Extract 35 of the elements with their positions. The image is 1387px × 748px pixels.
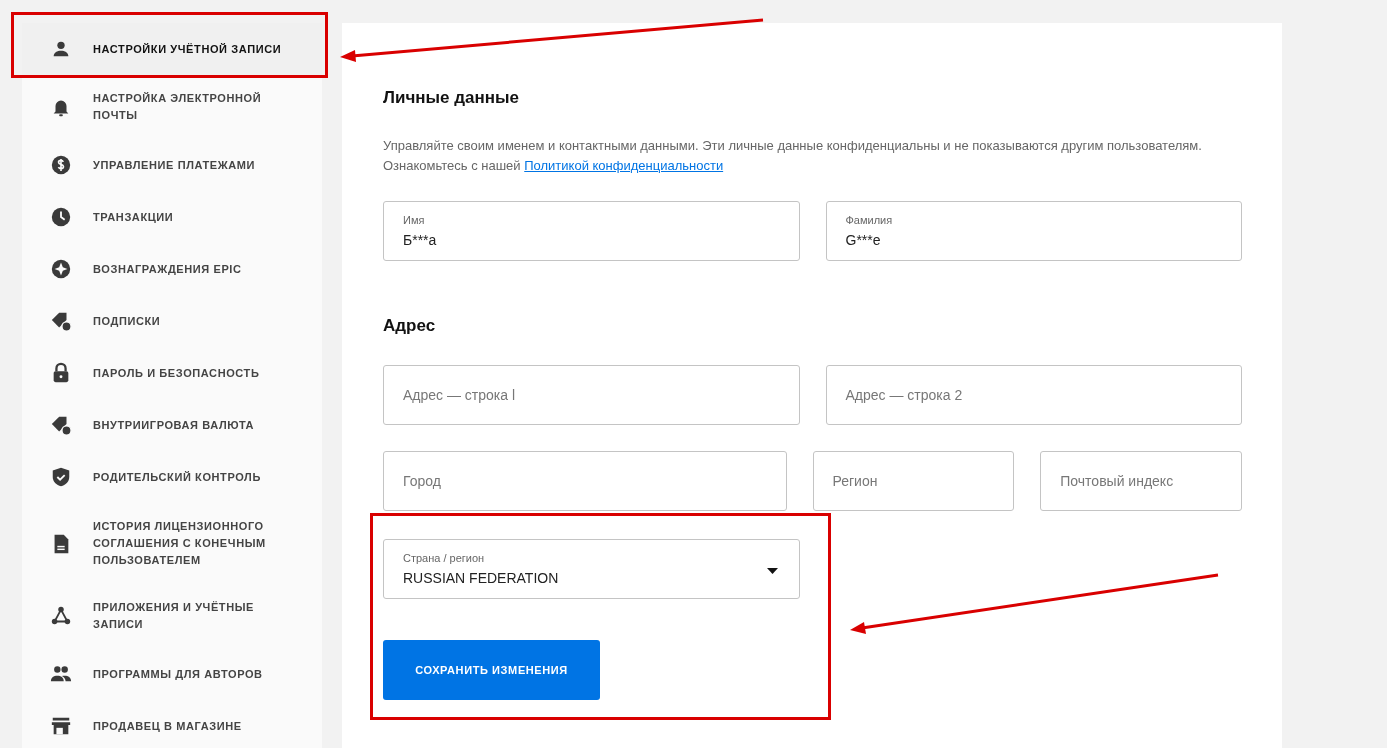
- sidebar-item[interactable]: РОДИТЕЛЬСКИЙ КОНТРОЛЬ: [22, 451, 322, 503]
- input-field[interactable]: Почтовый индекс: [1040, 451, 1242, 511]
- storefront-icon: [50, 715, 72, 737]
- input-field[interactable]: Адрес — строка l: [383, 365, 800, 425]
- input-field[interactable]: Фамилия G***e: [825, 201, 1242, 261]
- sidebar-item[interactable]: ПРИЛОЖЕНИЯ И УЧЁТНЫЕ ЗАПИСИ: [22, 584, 322, 648]
- country-dropdown[interactable]: Страна / регион RUSSIAN FEDERATION: [383, 539, 800, 599]
- sidebar-item[interactable]: НАСТРОЙКА ЭЛЕКТРОННОЙ ПОЧТЫ: [22, 75, 322, 139]
- sidebar-item[interactable]: ПРОДАВЕЦ В МАГАЗИНЕ: [22, 700, 322, 748]
- section-heading: Личные данные: [383, 88, 520, 108]
- sidebar-item[interactable]: УПРАВЛЕНИЕ ПЛАТЕЖАМИ: [22, 139, 322, 191]
- sidebar-item[interactable]: ВОЗНАГРАЖДЕНИЯ EPIC: [22, 243, 322, 295]
- sidebar-item[interactable]: ПРОГРАММЫ ДЛЯ АВТОРОВ: [22, 648, 322, 700]
- dollar-icon: [50, 154, 72, 176]
- input-field[interactable]: Адрес — строка 2: [825, 365, 1242, 425]
- star-badge-icon: [50, 258, 72, 280]
- section-heading: Адрес: [383, 316, 437, 336]
- sidebar-item[interactable]: НАСТРОЙКИ УЧЁТНОЙ ЗАПИСИ: [22, 23, 322, 75]
- clock-icon: [50, 206, 72, 228]
- description-text: Управляйте своим именем и контактными данными. Эти личные данные конфиденциальны и не показываются другим пользователям. Ознакомьтесь с нашей Политикой конфиденциальности: [383, 137, 1203, 175]
- sidebar-item[interactable]: ТРАНЗАКЦИИ: [22, 191, 322, 243]
- tag-coin-icon: [50, 414, 72, 436]
- input-field[interactable]: Имя Б***а: [383, 201, 800, 261]
- shield-icon: [50, 466, 72, 488]
- input-field[interactable]: Регион: [812, 451, 1015, 511]
- sidebar-item[interactable]: ИСТОРИЯ ЛИЦЕНЗИОННОГО СОГЛАШЕНИЯ С КОНЕЧНЫМ ПОЛЬЗОВАТЕЛЕМ: [22, 503, 322, 584]
- sidebar-item[interactable]: ВНУТРИИГРОВАЯ ВАЛЮТА: [22, 399, 322, 451]
- save-button[interactable]: СОХРАНИТЬ ИЗМЕНЕНИЯ: [383, 640, 600, 700]
- input-field[interactable]: Город: [383, 451, 787, 511]
- sidebar-item[interactable]: ПАРОЛЬ И БЕЗОПАСНОСТЬ: [22, 347, 322, 399]
- tag-coin-icon: [50, 310, 72, 332]
- sidebar-item[interactable]: ПОДПИСКИ: [22, 295, 322, 347]
- caret-icon: [766, 568, 778, 574]
- network-icon: [50, 605, 72, 627]
- privacy-link[interactable]: Политикой конфиденциальности: [524, 158, 724, 173]
